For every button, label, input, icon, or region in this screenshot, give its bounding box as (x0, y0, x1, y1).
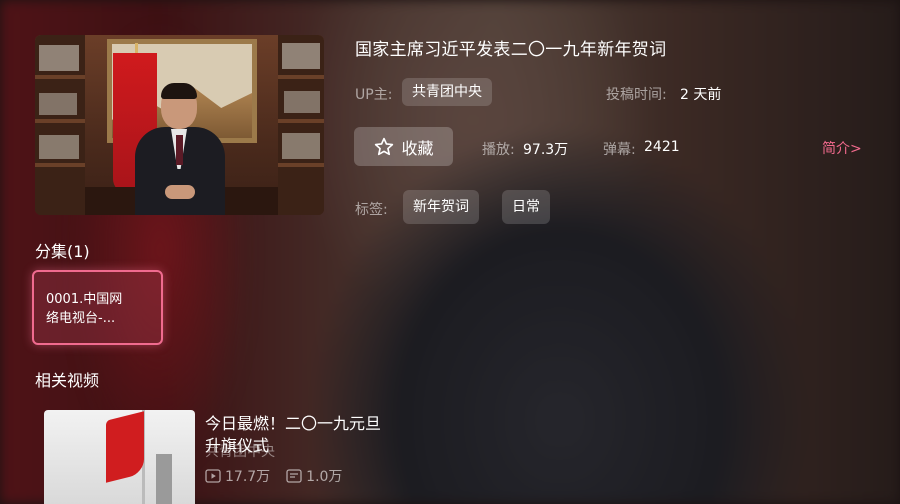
related-heading: 相关视频 (35, 371, 100, 390)
related-stats: 17.7万 1.0万 (205, 466, 342, 486)
related-danmaku: 1.0万 (306, 469, 343, 485)
favorite-button[interactable]: 收藏 (354, 127, 453, 166)
tags-label: 标签: (355, 202, 388, 218)
danmaku-count-icon (286, 469, 302, 483)
related-video-thumbnail[interactable] (44, 410, 195, 504)
video-thumbnail[interactable] (35, 35, 324, 215)
danmaku-value: 2421 (644, 139, 680, 155)
related-title-line1: 今日最燃！二〇一九元旦 (205, 414, 382, 433)
uploader-chip[interactable]: 共青团中央 (402, 78, 492, 106)
danmaku-label: 弹幕: (603, 142, 636, 158)
episode-title-line1: 0001.中国网 (46, 292, 123, 307)
speaker-figure (135, 83, 225, 215)
play-count-icon (205, 469, 221, 483)
favorite-label: 收藏 (401, 138, 434, 158)
tag-chip[interactable]: 日常 (502, 190, 550, 224)
uploader-label: UP主: (355, 87, 393, 103)
related-video-title[interactable]: 今日最燃！二〇一九元旦 升旗仪式 (205, 413, 415, 457)
plays-value: 97.3万 (523, 142, 569, 158)
tag-chip[interactable]: 新年贺词 (403, 190, 479, 224)
posted-label: 投稿时间: (606, 87, 667, 103)
related-plays: 17.7万 (225, 469, 271, 485)
video-title: 国家主席习近平发表二〇一九年新年贺词 (355, 40, 667, 60)
star-icon (375, 137, 394, 155)
intro-link[interactable]: 简介> (822, 138, 862, 158)
episode-card[interactable]: 0001.中国网 络电视台-... (32, 270, 163, 345)
episode-title-line2: 络电视台-... (46, 311, 116, 326)
plays-label: 播放: (482, 142, 515, 158)
episodes-heading: 分集(1) (35, 242, 90, 261)
related-title-line2: 升旗仪式 (205, 436, 270, 455)
posted-value: 2 天前 (680, 87, 722, 103)
